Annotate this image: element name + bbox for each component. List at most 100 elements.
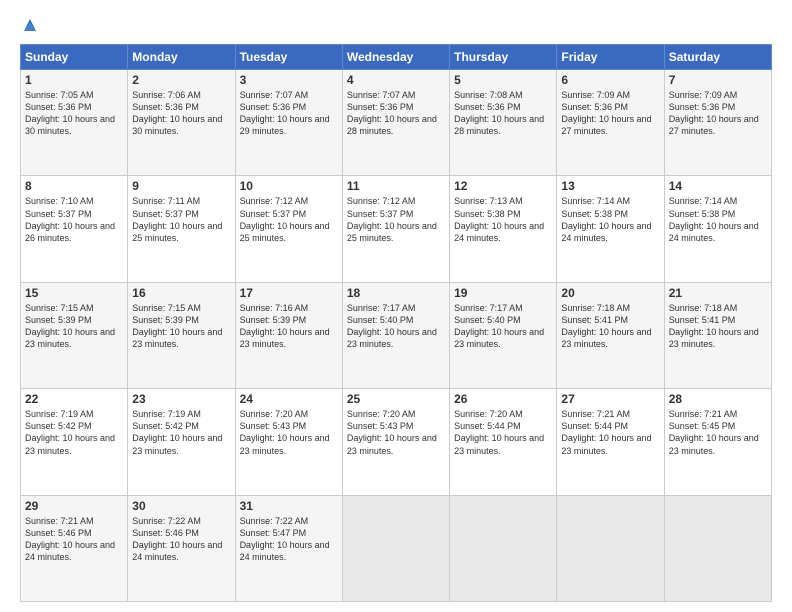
calendar-day-cell: 21 Sunrise: 7:18 AMSunset: 5:41 PMDaylig… [664, 282, 771, 388]
calendar-week-row: 1 Sunrise: 7:05 AMSunset: 5:36 PMDayligh… [21, 70, 772, 176]
day-of-week-header: Sunday [21, 45, 128, 70]
day-number: 3 [240, 73, 338, 87]
calendar-day-cell: 6 Sunrise: 7:09 AMSunset: 5:36 PMDayligh… [557, 70, 664, 176]
day-number: 12 [454, 179, 552, 193]
day-number: 26 [454, 392, 552, 406]
logo [20, 16, 39, 34]
day-number: 21 [669, 286, 767, 300]
calendar-day-cell: 27 Sunrise: 7:21 AMSunset: 5:44 PMDaylig… [557, 389, 664, 495]
day-number: 1 [25, 73, 123, 87]
calendar-day-cell: 22 Sunrise: 7:19 AMSunset: 5:42 PMDaylig… [21, 389, 128, 495]
cell-content: Sunrise: 7:09 AMSunset: 5:36 PMDaylight:… [561, 90, 651, 136]
cell-content: Sunrise: 7:07 AMSunset: 5:36 PMDaylight:… [347, 90, 437, 136]
cell-content: Sunrise: 7:13 AMSunset: 5:38 PMDaylight:… [454, 196, 544, 242]
calendar-day-cell: 23 Sunrise: 7:19 AMSunset: 5:42 PMDaylig… [128, 389, 235, 495]
day-number: 4 [347, 73, 445, 87]
calendar-day-cell: 24 Sunrise: 7:20 AMSunset: 5:43 PMDaylig… [235, 389, 342, 495]
cell-content: Sunrise: 7:20 AMSunset: 5:44 PMDaylight:… [454, 409, 544, 455]
calendar-day-cell: 31 Sunrise: 7:22 AMSunset: 5:47 PMDaylig… [235, 495, 342, 601]
calendar-day-cell: 13 Sunrise: 7:14 AMSunset: 5:38 PMDaylig… [557, 176, 664, 282]
cell-content: Sunrise: 7:22 AMSunset: 5:46 PMDaylight:… [132, 516, 222, 562]
calendar-day-cell: 25 Sunrise: 7:20 AMSunset: 5:43 PMDaylig… [342, 389, 449, 495]
calendar-day-cell: 1 Sunrise: 7:05 AMSunset: 5:36 PMDayligh… [21, 70, 128, 176]
calendar-day-cell: 14 Sunrise: 7:14 AMSunset: 5:38 PMDaylig… [664, 176, 771, 282]
cell-content: Sunrise: 7:14 AMSunset: 5:38 PMDaylight:… [669, 196, 759, 242]
day-number: 22 [25, 392, 123, 406]
calendar-day-cell: 16 Sunrise: 7:15 AMSunset: 5:39 PMDaylig… [128, 282, 235, 388]
calendar-day-cell [664, 495, 771, 601]
cell-content: Sunrise: 7:19 AMSunset: 5:42 PMDaylight:… [132, 409, 222, 455]
day-number: 29 [25, 499, 123, 513]
day-number: 11 [347, 179, 445, 193]
cell-content: Sunrise: 7:20 AMSunset: 5:43 PMDaylight:… [240, 409, 330, 455]
cell-content: Sunrise: 7:21 AMSunset: 5:45 PMDaylight:… [669, 409, 759, 455]
day-number: 24 [240, 392, 338, 406]
cell-content: Sunrise: 7:12 AMSunset: 5:37 PMDaylight:… [240, 196, 330, 242]
calendar-day-cell [557, 495, 664, 601]
calendar-table: SundayMondayTuesdayWednesdayThursdayFrid… [20, 44, 772, 602]
calendar-day-cell: 7 Sunrise: 7:09 AMSunset: 5:36 PMDayligh… [664, 70, 771, 176]
day-number: 14 [669, 179, 767, 193]
calendar-week-row: 8 Sunrise: 7:10 AMSunset: 5:37 PMDayligh… [21, 176, 772, 282]
cell-content: Sunrise: 7:15 AMSunset: 5:39 PMDaylight:… [25, 303, 115, 349]
calendar-day-cell: 11 Sunrise: 7:12 AMSunset: 5:37 PMDaylig… [342, 176, 449, 282]
day-number: 17 [240, 286, 338, 300]
day-number: 30 [132, 499, 230, 513]
cell-content: Sunrise: 7:14 AMSunset: 5:38 PMDaylight:… [561, 196, 651, 242]
calendar-day-cell: 8 Sunrise: 7:10 AMSunset: 5:37 PMDayligh… [21, 176, 128, 282]
calendar-day-cell: 3 Sunrise: 7:07 AMSunset: 5:36 PMDayligh… [235, 70, 342, 176]
cell-content: Sunrise: 7:22 AMSunset: 5:47 PMDaylight:… [240, 516, 330, 562]
calendar-day-cell: 2 Sunrise: 7:06 AMSunset: 5:36 PMDayligh… [128, 70, 235, 176]
cell-content: Sunrise: 7:05 AMSunset: 5:36 PMDaylight:… [25, 90, 115, 136]
cell-content: Sunrise: 7:07 AMSunset: 5:36 PMDaylight:… [240, 90, 330, 136]
day-number: 13 [561, 179, 659, 193]
cell-content: Sunrise: 7:09 AMSunset: 5:36 PMDaylight:… [669, 90, 759, 136]
calendar-day-cell: 30 Sunrise: 7:22 AMSunset: 5:46 PMDaylig… [128, 495, 235, 601]
cell-content: Sunrise: 7:17 AMSunset: 5:40 PMDaylight:… [347, 303, 437, 349]
header [20, 16, 772, 34]
cell-content: Sunrise: 7:12 AMSunset: 5:37 PMDaylight:… [347, 196, 437, 242]
cell-content: Sunrise: 7:18 AMSunset: 5:41 PMDaylight:… [669, 303, 759, 349]
day-number: 23 [132, 392, 230, 406]
calendar-day-cell: 28 Sunrise: 7:21 AMSunset: 5:45 PMDaylig… [664, 389, 771, 495]
calendar-day-cell: 9 Sunrise: 7:11 AMSunset: 5:37 PMDayligh… [128, 176, 235, 282]
calendar-day-cell [450, 495, 557, 601]
day-number: 9 [132, 179, 230, 193]
cell-content: Sunrise: 7:06 AMSunset: 5:36 PMDaylight:… [132, 90, 222, 136]
cell-content: Sunrise: 7:15 AMSunset: 5:39 PMDaylight:… [132, 303, 222, 349]
cell-content: Sunrise: 7:10 AMSunset: 5:37 PMDaylight:… [25, 196, 115, 242]
cell-content: Sunrise: 7:21 AMSunset: 5:46 PMDaylight:… [25, 516, 115, 562]
calendar-week-row: 15 Sunrise: 7:15 AMSunset: 5:39 PMDaylig… [21, 282, 772, 388]
calendar-week-row: 29 Sunrise: 7:21 AMSunset: 5:46 PMDaylig… [21, 495, 772, 601]
calendar-day-cell: 5 Sunrise: 7:08 AMSunset: 5:36 PMDayligh… [450, 70, 557, 176]
logo-icon [21, 16, 39, 34]
cell-content: Sunrise: 7:16 AMSunset: 5:39 PMDaylight:… [240, 303, 330, 349]
cell-content: Sunrise: 7:18 AMSunset: 5:41 PMDaylight:… [561, 303, 651, 349]
cell-content: Sunrise: 7:20 AMSunset: 5:43 PMDaylight:… [347, 409, 437, 455]
calendar-day-cell: 10 Sunrise: 7:12 AMSunset: 5:37 PMDaylig… [235, 176, 342, 282]
day-of-week-header: Thursday [450, 45, 557, 70]
calendar-week-row: 22 Sunrise: 7:19 AMSunset: 5:42 PMDaylig… [21, 389, 772, 495]
cell-content: Sunrise: 7:17 AMSunset: 5:40 PMDaylight:… [454, 303, 544, 349]
day-number: 10 [240, 179, 338, 193]
day-number: 19 [454, 286, 552, 300]
day-of-week-header: Tuesday [235, 45, 342, 70]
day-number: 18 [347, 286, 445, 300]
day-number: 20 [561, 286, 659, 300]
day-number: 25 [347, 392, 445, 406]
calendar-day-cell: 18 Sunrise: 7:17 AMSunset: 5:40 PMDaylig… [342, 282, 449, 388]
calendar-day-cell: 12 Sunrise: 7:13 AMSunset: 5:38 PMDaylig… [450, 176, 557, 282]
calendar-day-cell [342, 495, 449, 601]
calendar-day-cell: 15 Sunrise: 7:15 AMSunset: 5:39 PMDaylig… [21, 282, 128, 388]
day-of-week-header: Monday [128, 45, 235, 70]
day-number: 27 [561, 392, 659, 406]
day-number: 8 [25, 179, 123, 193]
calendar-day-cell: 19 Sunrise: 7:17 AMSunset: 5:40 PMDaylig… [450, 282, 557, 388]
calendar-day-cell: 4 Sunrise: 7:07 AMSunset: 5:36 PMDayligh… [342, 70, 449, 176]
cell-content: Sunrise: 7:11 AMSunset: 5:37 PMDaylight:… [132, 196, 222, 242]
calendar-header-row: SundayMondayTuesdayWednesdayThursdayFrid… [21, 45, 772, 70]
calendar-day-cell: 29 Sunrise: 7:21 AMSunset: 5:46 PMDaylig… [21, 495, 128, 601]
day-number: 7 [669, 73, 767, 87]
day-number: 16 [132, 286, 230, 300]
day-number: 15 [25, 286, 123, 300]
